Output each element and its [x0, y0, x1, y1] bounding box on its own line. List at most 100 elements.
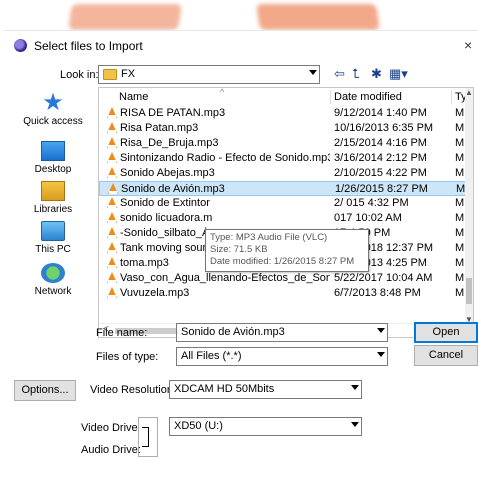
file-date: 6/7/2013 8:48 PM: [334, 287, 421, 299]
filetype-dropdown[interactable]: All Files (*.*): [176, 347, 388, 366]
file-date: 017 10:02 AM: [334, 212, 402, 224]
vlc-file-icon: [107, 167, 117, 178]
file-row[interactable]: RISA DE PATAN.mp3 9/12/2014 1:40 PM M: [99, 106, 469, 121]
file-row[interactable]: Sintonizando Radio - Efecto de Sonido.mp…: [99, 151, 469, 166]
place-label: Libraries: [33, 204, 73, 215]
lookin-dropdown[interactable]: FX: [98, 65, 320, 84]
chevron-down-icon[interactable]: [351, 385, 359, 390]
file-row[interactable]: Risa Patan.mp3 10/16/2013 6:35 PM M: [99, 121, 469, 136]
file-type: M: [455, 152, 465, 164]
column-divider[interactable]: [451, 90, 452, 104]
open-button[interactable]: Open: [414, 322, 478, 343]
file-info-tooltip: Type: MP3 Audio File (VLC) Size: 71.5 KB…: [205, 229, 369, 272]
cancel-button[interactable]: Cancel: [414, 345, 478, 366]
resolution-dropdown[interactable]: XDCAM HD 50Mbits: [169, 380, 362, 399]
file-name: Sintonizando Radio - Efecto de Sonido.mp…: [120, 152, 330, 164]
background-shape: [68, 4, 182, 30]
place-desktop[interactable]: Desktop: [16, 141, 90, 175]
file-row[interactable]: Sonido Abejas.mp3 2/10/2015 4:22 PM M: [99, 166, 469, 181]
file-list[interactable]: Name ^ Date modified Ty RISA DE PATAN.mp…: [98, 87, 474, 338]
chevron-down-icon[interactable]: [351, 422, 359, 427]
resolution-value: XDCAM HD 50Mbits: [174, 383, 275, 395]
app-icon: [14, 39, 27, 52]
vlc-file-icon: [107, 287, 117, 298]
file-type: M: [455, 197, 465, 209]
file-date: 3/16/2014 2:12 PM: [334, 152, 427, 164]
place-libraries[interactable]: Libraries: [16, 181, 90, 215]
folder-icon: [103, 69, 117, 80]
resolution-label: Video Resolution:: [90, 384, 177, 396]
file-type: M: [455, 122, 465, 134]
video-drive-label: Video Drive:: [81, 422, 141, 434]
filename-value: Sonido de Avión.mp3: [181, 326, 285, 338]
link-bracket-tick: [142, 446, 149, 447]
file-row[interactable]: Vaso_con_Agua_llenando-Efectos_de_Sonid.…: [99, 271, 469, 286]
scrollbar-thumb[interactable]: [466, 278, 472, 304]
file-name: Risa Patan.mp3: [120, 122, 199, 134]
place-quick-access[interactable]: ★ Quick access: [16, 91, 90, 128]
up-folder-icon[interactable]: ⮤: [352, 66, 360, 82]
file-row[interactable]: Sonido de Extintor 2/ 015 4:32 PM M: [99, 196, 469, 211]
close-icon[interactable]: ×: [464, 37, 478, 53]
file-date: 10/16/2013 6:35 PM: [334, 122, 434, 134]
file-type: M: [455, 137, 465, 149]
title-bar: Select files to Import ×: [4, 31, 478, 59]
vlc-file-icon: [107, 227, 117, 238]
options-button[interactable]: Options...: [14, 380, 76, 401]
background-shape: [256, 4, 380, 30]
file-row[interactable]: sonido licuadora.m 017 10:02 AM M: [99, 211, 469, 226]
vlc-file-icon: [107, 242, 117, 253]
column-divider[interactable]: [330, 90, 331, 104]
scroll-up-icon[interactable]: ▲: [465, 88, 473, 97]
vlc-file-icon: [107, 257, 117, 268]
file-date: 2/15/2014 4:16 PM: [334, 137, 427, 149]
new-folder-icon[interactable]: ✱: [371, 66, 382, 82]
chevron-down-icon[interactable]: [377, 328, 385, 333]
file-type: M: [455, 272, 465, 284]
vlc-file-icon: [108, 183, 118, 194]
file-name: Vuvuzela.mp3: [120, 287, 190, 299]
link-bracket-tick: [142, 427, 149, 428]
sort-up-icon: ^: [220, 87, 225, 97]
file-date: 9/12/2014 1:40 PM: [334, 107, 427, 119]
file-row-selected[interactable]: Sonido de Avión.mp3 1/26/2015 8:27 PM M: [99, 181, 469, 196]
link-bracket-icon: [148, 427, 149, 447]
video-drive-dropdown[interactable]: XD50 (U:): [169, 417, 362, 436]
audio-drive-label: Audio Drive:: [81, 444, 141, 456]
file-name: Sonido de Avión.mp3: [121, 183, 225, 195]
place-label: This PC: [35, 244, 71, 255]
vlc-file-icon: [107, 137, 117, 148]
lookin-value: FX: [121, 68, 136, 80]
vlc-file-icon: [107, 107, 117, 118]
column-date[interactable]: Date modified: [334, 91, 402, 103]
vlc-file-icon: [107, 272, 117, 283]
place-label: Network: [34, 286, 72, 297]
file-row[interactable]: Risa_De_Bruja.mp3 2/15/2014 4:16 PM M: [99, 136, 469, 151]
file-type: M: [455, 167, 465, 179]
file-type: M: [455, 227, 465, 239]
chevron-down-icon[interactable]: [377, 352, 385, 357]
file-name: Vaso_con_Agua_llenando-Efectos_de_Sonid.…: [120, 272, 330, 284]
tooltip-size: Size: 71.5 KB: [210, 244, 268, 255]
tooltip-type: Type: MP3 Audio File (VLC): [210, 232, 328, 243]
column-name[interactable]: Name: [119, 91, 148, 103]
drive-link-button[interactable]: [138, 417, 158, 457]
background-strip: [0, 0, 478, 30]
place-network[interactable]: Network: [16, 263, 90, 297]
file-row[interactable]: Vuvuzela.mp3 6/7/2013 8:48 PM M: [99, 286, 469, 301]
file-type: M: [456, 183, 466, 195]
file-name: Sonido Abejas.mp3: [120, 167, 215, 179]
places-bar: ★ Quick access Desktop Libraries This PC…: [16, 91, 90, 351]
chevron-down-icon[interactable]: [309, 70, 317, 75]
file-dialog: Select files to Import × Look in: FX ⇦ ⮤…: [4, 30, 478, 485]
network-icon: [41, 263, 65, 283]
place-this-pc[interactable]: This PC: [16, 221, 90, 255]
filetype-label: Files of type:: [96, 351, 159, 363]
file-date: 5/22/2017 10:04 AM: [334, 272, 433, 284]
back-arrow-icon[interactable]: ⇦: [334, 66, 345, 82]
filename-input[interactable]: Sonido de Avión.mp3: [176, 323, 388, 342]
view-menu-icon[interactable]: ▦▾: [389, 66, 408, 82]
place-label: Quick access: [23, 116, 83, 127]
vertical-scrollbar[interactable]: ▲ ▼: [465, 88, 473, 324]
filetype-value: All Files (*.*): [181, 350, 242, 362]
